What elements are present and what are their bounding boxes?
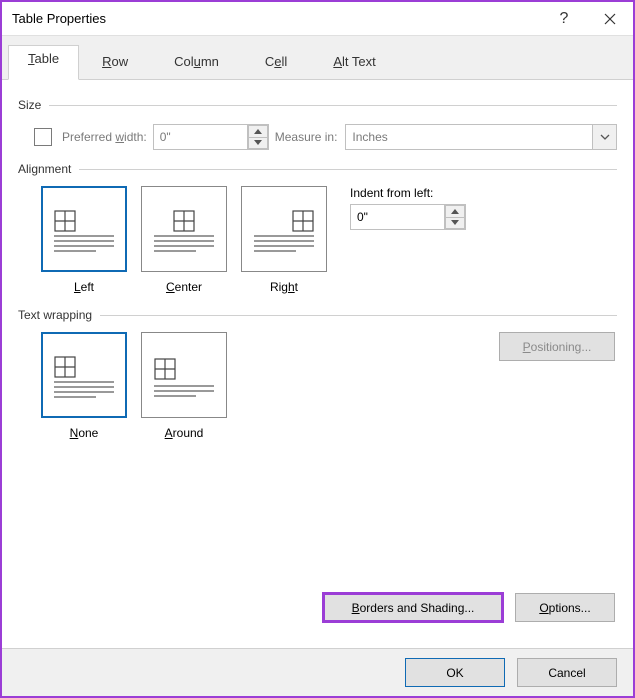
spin-up[interactable] xyxy=(445,205,465,217)
chevron-up-icon xyxy=(254,129,262,134)
tab-cell[interactable]: Cell xyxy=(242,45,310,80)
dialog-title: Table Properties xyxy=(12,11,541,26)
measure-in-drop[interactable] xyxy=(592,125,616,149)
align-center-box[interactable] xyxy=(141,186,227,272)
wrap-around-label: Around xyxy=(165,426,204,440)
preferred-width-label: Preferred width: xyxy=(62,130,147,144)
dialog-footer: OK Cancel xyxy=(2,648,633,696)
spin-buttons xyxy=(248,125,268,149)
indent-value[interactable]: 0" xyxy=(351,205,445,229)
table-left-icon xyxy=(54,210,76,232)
align-left-option: Left xyxy=(34,186,134,294)
table-center-icon xyxy=(173,210,195,232)
divider xyxy=(49,105,617,106)
alignment-row: Left Center xyxy=(18,186,617,294)
size-label: Size xyxy=(18,98,41,112)
positioning-holder: Positioning... xyxy=(234,332,617,363)
spin-down[interactable] xyxy=(445,217,465,230)
wrap-row: None Around Positio xyxy=(18,332,617,440)
positioning-button: Positioning... xyxy=(499,332,615,361)
align-right-label: Right xyxy=(270,280,298,294)
wrap-none-box[interactable] xyxy=(41,332,127,418)
tab-table[interactable]: Table xyxy=(8,45,79,80)
spin-buttons xyxy=(445,205,465,229)
indent-spinner[interactable]: 0" xyxy=(350,204,466,230)
align-center-option: Center xyxy=(134,186,234,294)
size-row: Preferred width: 0" Measure in: Inches xyxy=(18,122,617,158)
align-left-label: Left xyxy=(74,280,94,294)
wrap-none-option: None xyxy=(34,332,134,440)
chevron-up-icon xyxy=(451,209,459,214)
chevron-down-icon xyxy=(451,220,459,225)
tab-column[interactable]: Column xyxy=(151,45,242,80)
section-alignment: Alignment xyxy=(18,162,617,176)
measure-in-value: Inches xyxy=(346,125,592,149)
table-properties-dialog: Table Properties ? Table Row Column Cell… xyxy=(0,0,635,698)
table-none-icon xyxy=(54,356,76,378)
tab-alt-text[interactable]: Alt Text xyxy=(310,45,398,80)
tab-row[interactable]: Row xyxy=(79,45,151,80)
spin-up[interactable] xyxy=(248,125,268,137)
ok-button[interactable]: OK xyxy=(405,658,505,687)
tab-content: Size Preferred width: 0" Measure in: Inc… xyxy=(2,80,633,648)
table-right-icon xyxy=(292,210,314,232)
align-left-box[interactable] xyxy=(41,186,127,272)
borders-shading-button[interactable]: Borders and Shading... xyxy=(323,593,503,622)
spin-down[interactable] xyxy=(248,137,268,150)
divider xyxy=(79,169,617,170)
titlebar: Table Properties ? xyxy=(2,2,633,36)
section-size: Size xyxy=(18,98,617,112)
measure-in-label: Measure in: xyxy=(275,130,338,144)
preferred-width-checkbox[interactable] xyxy=(34,128,52,146)
table-around-icon xyxy=(154,358,176,380)
chevron-down-icon xyxy=(600,134,610,140)
indent-column: Indent from left: 0" xyxy=(350,186,466,294)
tab-strip: Table Row Column Cell Alt Text xyxy=(2,36,633,80)
close-button[interactable] xyxy=(587,2,633,36)
divider xyxy=(100,315,617,316)
wrap-none-label: None xyxy=(70,426,99,440)
section-wrapping: Text wrapping xyxy=(18,308,617,322)
options-button[interactable]: Options... xyxy=(515,593,615,622)
preferred-width-value[interactable]: 0" xyxy=(154,125,248,149)
close-icon xyxy=(604,13,616,25)
wrapping-label: Text wrapping xyxy=(18,308,92,322)
alignment-label: Alignment xyxy=(18,162,71,176)
help-button[interactable]: ? xyxy=(541,2,587,36)
bottom-buttons-row: Borders and Shading... Options... xyxy=(18,593,617,634)
preferred-width-spinner[interactable]: 0" xyxy=(153,124,269,150)
chevron-down-icon xyxy=(254,140,262,145)
align-right-box[interactable] xyxy=(241,186,327,272)
cancel-button[interactable]: Cancel xyxy=(517,658,617,687)
align-right-option: Right xyxy=(234,186,334,294)
wrap-around-box[interactable] xyxy=(141,332,227,418)
align-center-label: Center xyxy=(166,280,202,294)
wrap-around-option: Around xyxy=(134,332,234,440)
measure-in-combo[interactable]: Inches xyxy=(345,124,617,150)
indent-label: Indent from left: xyxy=(350,186,466,200)
